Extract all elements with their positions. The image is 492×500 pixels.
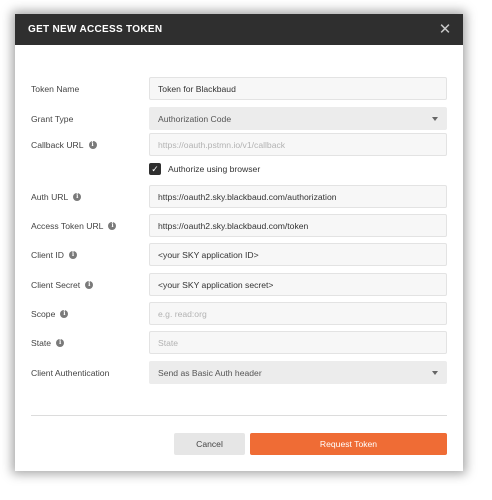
dialog-titlebar: GET NEW ACCESS TOKEN ✕ [15,14,463,45]
chevron-down-icon [432,370,438,375]
client-authentication-label-text: Client Authentication [31,367,110,378]
grant-type-label: Grant Type [31,107,73,130]
dialog-title: GET NEW ACCESS TOKEN [28,24,163,35]
client-id-label: Client ID i [31,243,77,266]
auth-url-label: Auth URL i [31,185,82,208]
access-token-url-row: Access Token URL i https://oauth2.sky.bl… [15,214,463,237]
client-secret-label: Client Secret i [31,273,94,296]
scope-label: Scope i [31,302,69,325]
info-icon[interactable]: i [68,250,77,259]
client-authentication-select[interactable]: Send as Basic Auth header [149,361,447,384]
client-authentication-label: Client Authentication [31,361,109,384]
token-name-label: Token Name [31,77,79,100]
token-name-label-text: Token Name [31,83,80,94]
client-authentication-row: Client Authentication Send as Basic Auth… [15,361,463,384]
state-input[interactable]: State [149,331,447,354]
chevron-down-icon [432,116,438,121]
client-secret-row: Client Secret i <your SKY application se… [15,273,463,296]
client-id-row: Client ID i <your SKY application ID> [15,243,463,266]
auth-url-label-text: Auth URL [31,191,69,202]
access-token-url-input[interactable]: https://oauth2.sky.blackbaud.com/token [149,214,447,237]
client-secret-input[interactable]: <your SKY application secret> [149,273,447,296]
state-label: State i [31,331,65,354]
client-authentication-value: Send as Basic Auth header [158,367,262,378]
auth-url-input[interactable]: https://oauth2.sky.blackbaud.com/authori… [149,185,447,208]
info-icon[interactable]: i [85,280,94,289]
info-icon[interactable]: i [56,338,65,347]
get-new-access-token-dialog: GET NEW ACCESS TOKEN ✕ Token Name Token … [15,14,463,471]
callback-url-label-text: Callback URL [31,139,84,150]
token-name-row: Token Name Token for Blackbaud [15,77,463,100]
grant-type-select[interactable]: Authorization Code [149,107,447,130]
client-id-label-text: Client ID [31,249,64,260]
info-icon[interactable]: i [88,140,97,149]
request-token-button[interactable]: Request Token [250,433,447,455]
checkmark-icon: ✓ [151,163,159,174]
access-token-url-label: Access Token URL i [31,214,117,237]
grant-type-value: Authorization Code [158,113,232,124]
scope-input[interactable]: e.g. read:org [149,302,447,325]
client-id-input[interactable]: <your SKY application ID> [149,243,447,266]
close-icon[interactable]: ✕ [437,22,453,38]
scope-row: Scope i e.g. read:org [15,302,463,325]
auth-url-row: Auth URL i https://oauth2.sky.blackbaud.… [15,185,463,208]
info-icon[interactable]: i [108,221,117,230]
grant-type-label-text: Grant Type [31,113,74,124]
access-token-url-label-text: Access Token URL [31,220,104,231]
state-row: State i State [15,331,463,354]
authorize-using-browser-label: Authorize using browser [168,164,261,174]
authorize-using-browser-checkbox[interactable]: ✓ [149,163,161,175]
footer-divider [31,415,447,416]
grant-type-row: Grant Type Authorization Code [15,107,463,130]
cancel-button[interactable]: Cancel [174,433,245,455]
authorize-using-browser-row: ✓ Authorize using browser [149,162,260,176]
callback-url-row: Callback URL i https://oauth.pstmn.io/v1… [15,133,463,156]
callback-url-input[interactable]: https://oauth.pstmn.io/v1/callback [149,133,447,156]
client-secret-label-text: Client Secret [31,279,81,290]
info-icon[interactable]: i [73,192,82,201]
info-icon[interactable]: i [60,309,69,318]
callback-url-label: Callback URL i [31,133,97,156]
token-name-input[interactable]: Token for Blackbaud [149,77,447,100]
scope-label-text: Scope [31,308,56,319]
state-label-text: State [31,337,52,348]
